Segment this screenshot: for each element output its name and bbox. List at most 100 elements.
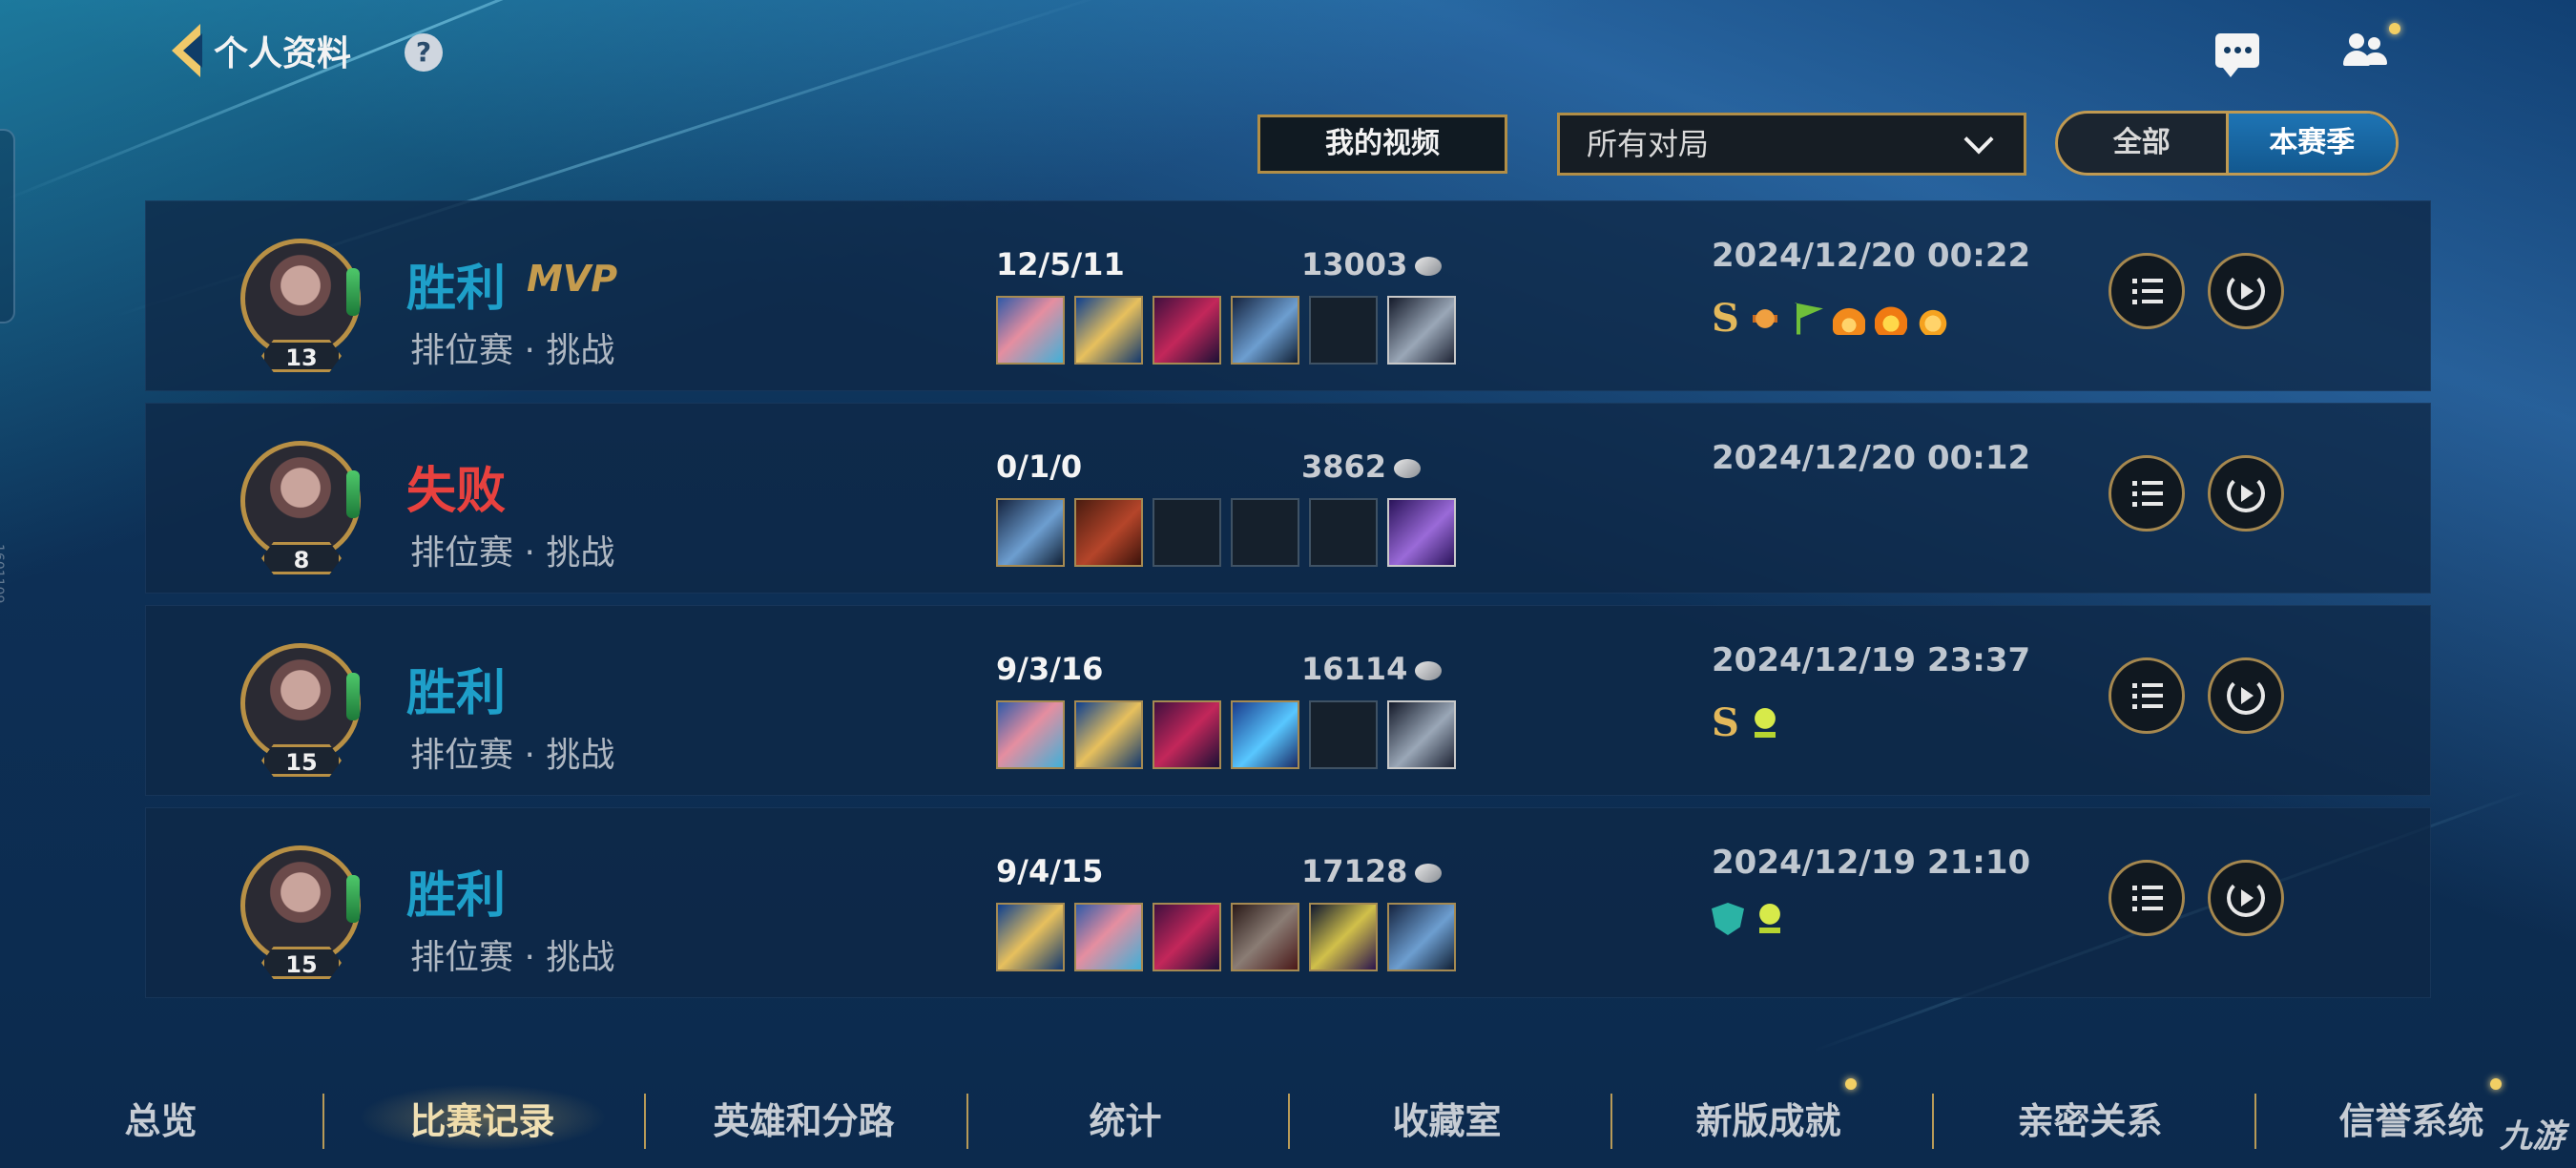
list-icon xyxy=(2132,884,2163,912)
item-build xyxy=(996,296,1456,365)
item-icon xyxy=(1387,700,1456,769)
friends-icon[interactable] xyxy=(2343,31,2391,70)
nav-tab[interactable]: 新版成就 xyxy=(1608,1092,1929,1144)
nav-divider xyxy=(1610,1094,1612,1149)
watermark-logo: 九游 xyxy=(2500,1117,2565,1156)
nav-tab[interactable]: 统计 xyxy=(965,1092,1286,1144)
side-code: 1601109 xyxy=(0,544,6,604)
notification-dot xyxy=(2389,23,2400,34)
game-mode: 排位赛 · 挑战 xyxy=(410,938,615,977)
season-option-all[interactable]: 全部 xyxy=(2058,114,2226,173)
chevron-down-icon xyxy=(1963,124,1994,155)
flame-icon xyxy=(1832,302,1865,335)
match-datetime: 2024/12/20 00:22 xyxy=(1712,237,2031,275)
item-icon xyxy=(1074,498,1143,567)
item-icon xyxy=(1231,296,1299,365)
item-build xyxy=(996,498,1456,567)
game-mode: 排位赛 · 挑战 xyxy=(410,331,615,370)
gold-earned: 17128 xyxy=(1301,853,1443,889)
match-datetime: 2024/12/20 00:12 xyxy=(1712,439,2031,477)
match-row[interactable]: 13 胜利 MVP 排位赛 · 挑战 12/5/11 13003 2024/12/20 00… xyxy=(145,200,2431,391)
match-datetime: 2024/12/19 21:10 xyxy=(1712,844,2031,882)
match-row[interactable]: 15 胜利 排位赛 · 挑战 9/4/15 17128 2024/12/19 21:10 xyxy=(145,807,2431,998)
replay-icon xyxy=(2227,272,2265,310)
item-icon xyxy=(996,296,1065,365)
champion-level: 15 xyxy=(261,947,342,979)
nav-tab[interactable]: 英雄和分路 xyxy=(643,1092,965,1144)
match-row[interactable]: 8 失败 排位赛 · 挑战 0/1/0 3862 2024/12/20 00:12 xyxy=(145,403,2431,594)
game-mode: 排位赛 · 挑战 xyxy=(410,736,615,775)
nav-tab[interactable]: 比赛记录 xyxy=(322,1092,643,1144)
chat-icon[interactable] xyxy=(2215,33,2259,77)
replay-button[interactable] xyxy=(2208,253,2284,329)
replay-icon xyxy=(2227,879,2265,917)
kda: 9/3/16 xyxy=(996,651,1104,687)
light-streak xyxy=(0,0,798,203)
match-details-button[interactable] xyxy=(2109,253,2185,329)
list-icon xyxy=(2132,681,2163,710)
trophy-icon xyxy=(1754,903,1786,935)
empty-item-slot xyxy=(1309,700,1378,769)
champion-level: 13 xyxy=(261,340,342,372)
coin-icon xyxy=(1415,661,1443,680)
chevron-left-icon xyxy=(172,24,202,77)
match-result: 胜利 xyxy=(406,665,507,722)
achievement-notification-dot xyxy=(1845,1078,1857,1090)
item-icon xyxy=(1387,903,1456,971)
grade-s-badge: S xyxy=(1712,296,1739,341)
nav-divider xyxy=(2254,1094,2256,1149)
nav-tab[interactable]: 亲密关系 xyxy=(1929,1092,2251,1144)
item-icon xyxy=(996,700,1065,769)
gold-earned: 16114 xyxy=(1301,651,1443,687)
replay-button[interactable] xyxy=(2208,455,2284,532)
side-drawer-handle[interactable] xyxy=(0,129,15,323)
nav-tab[interactable]: 收藏室 xyxy=(1286,1092,1608,1144)
item-icon xyxy=(1231,903,1299,971)
item-icon xyxy=(996,498,1065,567)
nav-divider xyxy=(1932,1094,1934,1149)
item-icon xyxy=(1153,700,1221,769)
match-details-button[interactable] xyxy=(2109,657,2185,734)
achievement-badges: S xyxy=(1712,700,1781,745)
empty-item-slot xyxy=(1309,498,1378,567)
match-details-button[interactable] xyxy=(2109,860,2185,936)
nav-tab[interactable]: 总览 xyxy=(0,1092,322,1144)
match-datetime: 2024/12/19 23:37 xyxy=(1712,641,2031,679)
match-row[interactable]: 15 胜利排位赛 · 挑战 9/3/16 16114 2024/12/19 23:37 S xyxy=(145,605,2431,796)
gold-value: 13003 xyxy=(1301,246,1408,282)
match-result: 失败 xyxy=(406,463,507,520)
gold-earned: 3862 xyxy=(1301,448,1422,485)
item-icon xyxy=(1074,700,1143,769)
item-icon xyxy=(1074,903,1143,971)
nav-divider xyxy=(322,1094,324,1149)
gold-earned: 13003 xyxy=(1301,246,1443,282)
my-video-button[interactable]: 我的视频 xyxy=(1257,115,1507,174)
item-icon xyxy=(1074,296,1143,365)
mvp-badge: MVP xyxy=(527,258,618,300)
reputation-notification-dot xyxy=(2490,1078,2502,1090)
replay-icon xyxy=(2227,474,2265,512)
replay-icon xyxy=(2227,677,2265,715)
match-details-button[interactable] xyxy=(2109,455,2185,532)
item-icon xyxy=(1309,903,1378,971)
replay-button[interactable] xyxy=(2208,657,2284,734)
coin-icon xyxy=(1394,459,1422,478)
trophy-icon xyxy=(1748,706,1781,740)
season-toggle[interactable]: 全部 本赛季 xyxy=(2055,111,2399,176)
back-button[interactable]: 个人资料 xyxy=(172,24,351,77)
help-icon[interactable]: ? xyxy=(405,33,443,72)
nav-divider xyxy=(966,1094,968,1149)
gold-value: 17128 xyxy=(1301,853,1408,889)
coin-icon xyxy=(1415,257,1443,276)
gold-value: 16114 xyxy=(1301,651,1408,687)
match-list: 13 胜利 MVP 排位赛 · 挑战 12/5/11 13003 2024/12/20 00… xyxy=(145,200,2431,1010)
season-option-current[interactable]: 本赛季 xyxy=(2225,114,2396,173)
item-build xyxy=(996,700,1456,769)
item-icon xyxy=(996,903,1065,971)
achievement-badges xyxy=(1712,903,1786,935)
nav-divider xyxy=(1288,1094,1290,1149)
replay-button[interactable] xyxy=(2208,860,2284,936)
match-filter-select[interactable]: 所有对局 xyxy=(1557,113,2026,176)
nav-divider xyxy=(644,1094,646,1149)
champion-level: 15 xyxy=(261,744,342,777)
